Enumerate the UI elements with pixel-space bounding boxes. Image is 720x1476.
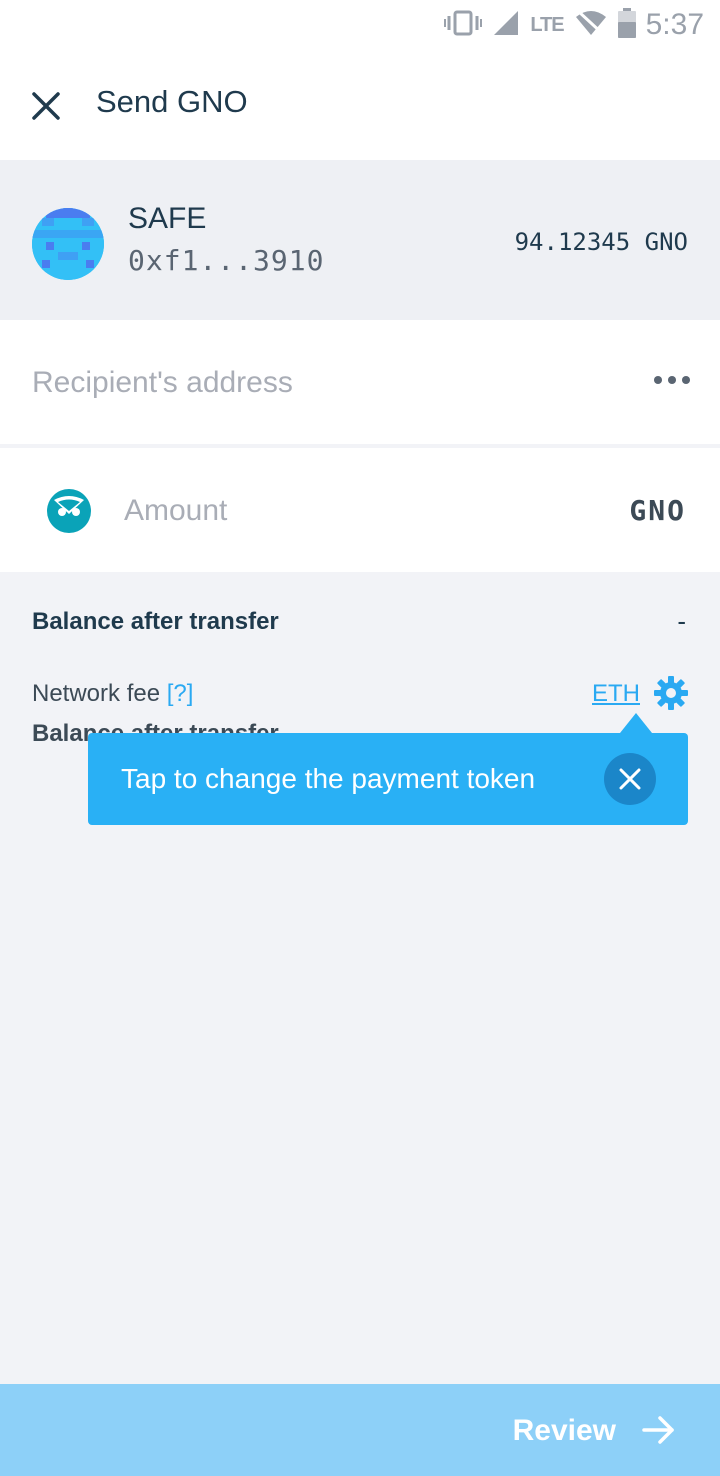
network-fee-help-link[interactable]: [?]	[167, 680, 194, 707]
network-fee-label: Network fee [?]	[32, 680, 193, 708]
safe-card: SAFE 0xf1...3910 94.12345 GNO	[0, 160, 720, 320]
page-title: Send GNO	[96, 84, 248, 119]
avatar	[32, 208, 104, 280]
recipient-input[interactable]: Recipient's address	[32, 366, 293, 400]
more-horizontal-icon[interactable]	[654, 376, 690, 388]
recipient-field[interactable]: Recipient's address	[0, 320, 720, 444]
balance-after-label: Balance after transfer	[32, 608, 279, 635]
review-label: Review	[512, 1414, 616, 1447]
amount-field[interactable]: Amount GNO	[0, 448, 720, 572]
arrow-right-icon	[642, 1414, 676, 1446]
wifi-off-icon	[574, 9, 608, 42]
status-icons: LTE 5:37	[444, 6, 704, 44]
network-type: LTE	[530, 13, 564, 36]
signal-icon	[492, 9, 520, 42]
review-button[interactable]: Review	[0, 1384, 720, 1476]
close-icon[interactable]	[26, 86, 66, 126]
toolbar: Send GNO	[0, 50, 720, 160]
safe-balance: 94.12345 GNO	[514, 228, 688, 256]
gnosis-token-icon	[46, 488, 92, 534]
safe-address: 0xf1...3910	[128, 244, 325, 277]
safe-name: SAFE	[128, 202, 207, 235]
vibrate-icon	[444, 10, 483, 41]
tooltip-arrow	[620, 713, 652, 733]
tooltip-close-icon[interactable]	[604, 753, 656, 805]
fee-token-link[interactable]: ETH	[592, 680, 640, 708]
network-fee-text: Network fee	[32, 680, 161, 707]
amount-unit: GNO	[629, 494, 686, 527]
gear-icon[interactable]	[654, 676, 688, 710]
payment-token-tooltip: Tap to change the payment token	[88, 733, 688, 825]
tooltip-text: Tap to change the payment token	[121, 763, 536, 794]
balance-after-value: -	[677, 606, 686, 636]
amount-input[interactable]: Amount	[124, 494, 227, 528]
status-bar: LTE 5:37	[0, 0, 720, 50]
battery-icon	[617, 7, 636, 43]
status-time: 5:37	[645, 8, 704, 41]
